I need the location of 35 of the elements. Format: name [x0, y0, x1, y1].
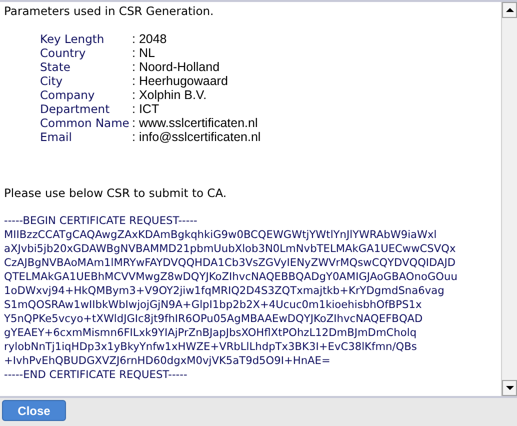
csr-line: QTELMAkGA1UEBhMCVVMwgZ8wDQYJKoZIhvcNAQEBBQADgY0AMIGJAoGBAOnoGOuu	[4, 270, 458, 284]
parameter-label: City	[40, 74, 64, 88]
parameter-label: Email	[40, 130, 73, 144]
parameter-value: : Xolphin B.V.	[132, 88, 207, 102]
scroll-down-icon[interactable]	[502, 380, 517, 396]
csr-line: rylobNnTj1iqHDp3x1yBkyYnfw1xHWZE+VRbLlLhdpTx3BK3I+EvC38lKfmn/QBs	[4, 340, 418, 354]
csr-line: S1mQOSRAw1wIIbkWbIwjojGjN9A+GlpI1bp2b2X+4Ucuc0m1kioehisbhOfBPS1x	[4, 298, 423, 312]
parameter-value: : 2048	[132, 32, 167, 46]
scroll-up-icon[interactable]	[502, 2, 517, 18]
parameter-value: : Noord-Holland	[132, 60, 220, 74]
parameter-label: Common Name	[40, 116, 130, 130]
parameter-label: Department	[40, 102, 111, 116]
parameter-value: : Heerhugowaard	[132, 74, 228, 88]
csr-line: MIIBzzCCATgCAQAwgZAxKDAmBgkqhkiG9w0BCQEWGWtjYWtlYnJlYWRAbW9iaWxl	[4, 228, 438, 242]
csr-line: aXJvbi5jb20xGDAWBgNVBAMMD21pbmUubXlob3N0LmNvbTELMAkGA1UECwwCSVQx	[4, 242, 457, 256]
csr-line: 1oDWxvj94+HkQMBym3+V9OY2jiw1fqMRIQ2D4S3ZQTxmajtkb+KrYDgmdSna6vag	[4, 284, 446, 298]
csr-line: +IvhPvEhQBUDGXVZJ6rnHD60dgxM0vjVK5aT9d5O9I+HnAE=	[4, 354, 332, 368]
text-area[interactable]	[0, 0, 517, 398]
parameter-value: : www.sslcertificaten.nl	[132, 116, 258, 130]
parameter-label: Company	[40, 88, 96, 102]
parameter-value: : NL	[132, 46, 155, 60]
csr-line: gYEAEY+6cxmMismn6FILxk9YIAjPrZnBJapJbsXOHflXtPOhzL12DmBJmDmCholq	[4, 326, 418, 340]
parameter-value: : info@sslcertificaten.nl	[132, 130, 261, 144]
heading-text: Parameters used in CSR Generation.	[4, 4, 215, 18]
instruction-text: Please use below CSR to submit to CA.	[4, 186, 228, 200]
parameter-label: Key Length	[40, 32, 106, 46]
parameter-value: : ICT	[132, 102, 160, 116]
scrollbar[interactable]	[501, 2, 517, 396]
parameter-label: Country	[40, 46, 87, 60]
csr-line: -----BEGIN CERTIFICATE REQUEST-----	[4, 214, 198, 228]
csr-line: -----END CERTIFICATE REQUEST-----	[4, 368, 188, 382]
csr-line: Y5nQPKe5vcyo+tXWldJGIc8jt9fhIR6OPu05AgMBAAEwDQYJKoZIhvcNAQEFBQAD	[4, 312, 424, 326]
csr-line: CzAJBgNVBAoMAm1lMRYwFAYDVQQHDA1Cb3VsZGVyIENyZWVrMQswCQYDVQQIDAJD	[4, 256, 457, 270]
parameter-label: State	[40, 60, 72, 74]
close-button[interactable]: Close	[2, 400, 66, 421]
